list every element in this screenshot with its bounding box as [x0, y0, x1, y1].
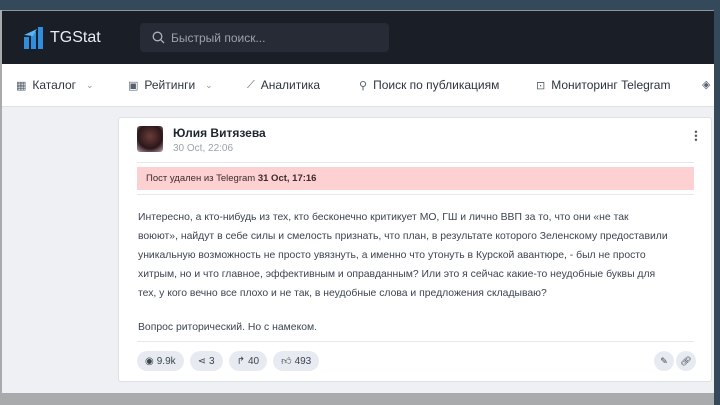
chart-line-icon: ⟋ [247, 78, 255, 91]
deleted-text: Пост удален из Telegram [146, 173, 256, 184]
nav-monitoring[interactable]: ⊡ Мониторинг Telegram [536, 78, 670, 92]
forward-arrow-icon: ↱ [236, 355, 245, 367]
shares-count: 3 [209, 355, 215, 367]
nav-label: Аналитика [260, 78, 321, 92]
nav-label: Рейтинги [144, 78, 196, 92]
post-closing: Вопрос риторический. Но с намеком. [138, 322, 318, 333]
edit-button[interactable]: ✎ [654, 351, 674, 371]
post-card: Юлия Витязева 30 Oct, 22:06 • • • Пост уда… [118, 117, 712, 382]
forwards-badge[interactable]: ↱ 40 [228, 351, 268, 371]
post-line: хитрым, но и что главное, эффективным и … [138, 269, 656, 280]
share-icon: ⋖ [197, 355, 207, 367]
grid-icon: ▦ [16, 79, 27, 92]
forwards-count: 40 [247, 355, 260, 367]
chevron-down-icon: ⌄ [205, 79, 213, 90]
top-header: TGStat Быстрый поиск... [2, 10, 714, 64]
rating-icon: ▣ [128, 79, 139, 92]
more-options-icon[interactable]: • • • [693, 128, 699, 145]
author-avatar[interactable] [137, 126, 163, 152]
nav-label: Каталог [32, 78, 77, 92]
deleted-alert: Пост удален из Telegram 31 Oct, 17:16 [137, 167, 694, 190]
post-line: Интересно, а кто-нибудь из тех, кто беск… [138, 212, 629, 223]
thumbs-up-icon: 👍︎ [281, 356, 292, 367]
divider [137, 194, 694, 195]
post-line: тех, у кого вечно все плохо и не так, в … [138, 288, 547, 299]
nav-label: Мониторинг Telegram [551, 78, 671, 92]
reactions-count: 493 [294, 355, 312, 367]
nav-more[interactable]: ◈ [702, 78, 710, 91]
logo[interactable]: TGStat [24, 27, 101, 49]
monitor-icon: ⊡ [536, 79, 546, 92]
deleted-date: 31 Oct, 17:16 [257, 173, 317, 184]
eye-icon: ◉ [145, 355, 154, 367]
chevron-down-icon: ⌄ [86, 79, 94, 90]
nav-ratings[interactable]: ▣ Рейтинги ⌄ [128, 78, 213, 92]
divider [137, 341, 694, 342]
nav-label: Поиск по публикациям [373, 78, 500, 92]
shares-badge[interactable]: ⋖ 3 [189, 351, 223, 371]
link-icon: 🔗︎ [680, 355, 692, 366]
views-count: 9.9k [156, 355, 176, 367]
nav-post-search[interactable]: ⚲ Поиск по публикациям [359, 78, 499, 92]
divider [137, 162, 694, 163]
post-date: 30 Oct, 22:06 [173, 143, 234, 154]
nav-catalog[interactable]: ▦ Каталог ⌄ [16, 78, 94, 92]
main-nav: ▦ Каталог ⌄ ▣ Рейтинги ⌄ ⟋ Аналитика ⚲ Поиск п… [2, 64, 714, 107]
window-frame-edge [714, 0, 720, 405]
search-icon [152, 31, 165, 44]
search-placeholder: Быстрый поиск... [171, 30, 266, 45]
nav-analytics[interactable]: ⟋ Аналитика [247, 78, 320, 92]
post-line: воюют», найдут в себе силы и смелость пр… [138, 231, 668, 242]
tgstat-logo-icon [24, 27, 43, 49]
search-key-icon: ⚲ [359, 79, 368, 92]
post-text: Интересно, а кто-нибудь из тех, кто беск… [138, 208, 698, 337]
quick-search-input[interactable]: Быстрый поиск... [140, 23, 389, 52]
post-stats: ◉ 9.9k ⋖ 3 ↱ 40 👍︎ 493 [137, 351, 320, 371]
pencil-icon: ✎ [660, 355, 668, 366]
post-line: уникальную возможность не просто увязнут… [138, 250, 646, 261]
copy-link-button[interactable]: 🔗︎ [676, 351, 696, 371]
views-badge[interactable]: ◉ 9.9k [137, 351, 184, 371]
reactions-badge[interactable]: 👍︎ 493 [273, 351, 320, 371]
author-name[interactable]: Юлия Витязева [173, 126, 266, 140]
tag-icon: ◈ [702, 79, 711, 91]
logo-text: TGStat [50, 29, 101, 46]
window-frame [0, 0, 720, 10]
